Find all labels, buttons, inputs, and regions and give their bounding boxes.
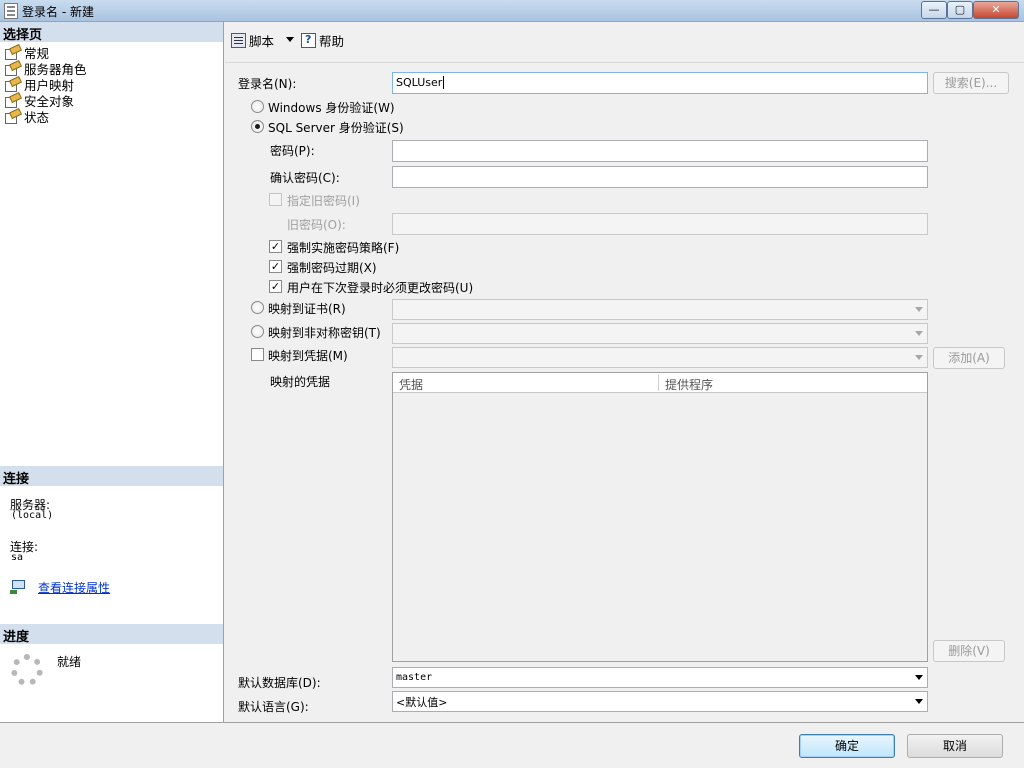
enforce-policy-label: 强制实施密码策略(F) [287,241,400,255]
chevron-down-icon [915,699,923,704]
page-icon [4,109,21,124]
must-change-checkbox[interactable]: ✓ [269,280,282,293]
script-button[interactable]: 脚本 [231,31,274,50]
progress-header: 进度 [0,624,223,645]
windows-auth-radio[interactable] [251,100,264,113]
search-button[interactable]: 搜索(E)... [933,72,1009,94]
specify-old-password-label: 指定旧密码(I) [287,194,360,208]
default-lang-label: 默认语言(G): [238,700,309,714]
sql-auth-label: SQL Server 身份验证(S) [268,121,404,135]
column-divider [658,375,659,391]
old-password-input[interactable] [392,213,928,235]
help-button[interactable]: 帮助 [301,31,344,50]
grid-column-credential[interactable]: 凭据 [399,376,423,393]
left-panel: 选择页 常规 服务器角色 用户映射 安全对象 状态 连接 服务器: (local… [0,22,224,722]
maximize-button[interactable]: ▢ [947,1,973,19]
map-asym-key-radio[interactable] [251,325,264,338]
page-label: 状态 [24,109,50,125]
map-asym-key-label: 映射到非对称密钥(T) [268,326,381,340]
chevron-down-icon [915,331,923,336]
enforce-expiration-label: 强制密码过期(X) [287,261,377,275]
connection-header: 连接 [0,466,223,487]
progress-spinner-icon [11,654,43,686]
script-icon [231,33,246,48]
add-credential-button[interactable]: 添加(A) [933,347,1005,369]
mapped-credentials-grid[interactable]: 凭据 提供程序 [392,372,928,662]
chevron-down-icon [915,675,923,680]
password-input[interactable] [392,140,928,162]
title-bar: 登录名 - 新建 — ▢ ✕ [0,0,1024,22]
enforce-expiration-checkbox[interactable]: ✓ [269,260,282,273]
windows-auth-label: Windows 身份验证(W) [268,101,395,115]
page-icon [4,45,21,60]
progress-status: 就绪 [57,655,82,669]
connection-value: sa [11,552,24,563]
old-password-label: 旧密码(O): [287,218,346,232]
window-title: 登录名 - 新建 [22,5,94,19]
map-credential-checkbox[interactable] [251,348,264,361]
specify-old-password-checkbox[interactable] [269,193,282,206]
credential-dropdown[interactable] [392,347,928,368]
certificate-dropdown[interactable] [392,299,928,320]
default-lang-value: <默认值> [396,696,448,709]
map-cert-radio[interactable] [251,301,264,314]
minimize-button[interactable]: — [921,1,947,19]
remove-credential-button[interactable]: 删除(V) [933,640,1005,662]
page-item-status[interactable]: 状态 [4,108,50,125]
toolbar: 脚本 帮助 [225,22,1024,56]
cancel-button[interactable]: 取消 [907,734,1003,758]
help-icon [301,33,316,48]
asym-key-dropdown[interactable] [392,323,928,344]
window-icon [4,3,18,19]
must-change-label: 用户在下次登录时必须更改密码(U) [287,281,474,295]
close-button[interactable]: ✕ [973,1,1019,19]
grid-column-provider[interactable]: 提供程序 [665,376,713,393]
grid-header: 凭据 提供程序 [393,373,927,393]
login-name-label: 登录名(N): [238,77,297,91]
script-dropdown-arrow-icon[interactable] [286,37,294,42]
enforce-policy-checkbox[interactable]: ✓ [269,240,282,253]
default-database-dropdown[interactable]: master [392,667,928,688]
help-label: 帮助 [319,34,345,49]
map-cert-label: 映射到证书(R) [268,302,346,316]
default-language-dropdown[interactable]: <默认值> [392,691,928,712]
mapped-credentials-label: 映射的凭据 [270,375,331,389]
page-icon [4,77,21,92]
confirm-password-label: 确认密码(C): [270,171,340,185]
sql-auth-radio[interactable] [251,120,264,133]
chevron-down-icon [915,355,923,360]
map-credential-label: 映射到凭据(M) [268,349,348,363]
default-db-value: master [396,672,433,683]
script-label: 脚本 [249,34,275,49]
page-icon [4,61,21,76]
connection-properties-icon [10,580,28,594]
ok-button[interactable]: 确定 [799,734,895,758]
default-db-label: 默认数据库(D): [238,676,321,690]
chevron-down-icon [915,307,923,312]
select-page-header: 选择页 [0,22,223,43]
login-name-input[interactable]: SQLUser [392,72,928,94]
page-icon [4,93,21,108]
login-name-value: SQLUser [396,76,443,89]
confirm-password-input[interactable] [392,166,928,188]
password-label: 密码(P): [270,144,315,158]
view-connection-properties-link[interactable]: 查看连接属性 [38,579,110,596]
server-value: (local) [11,510,54,521]
